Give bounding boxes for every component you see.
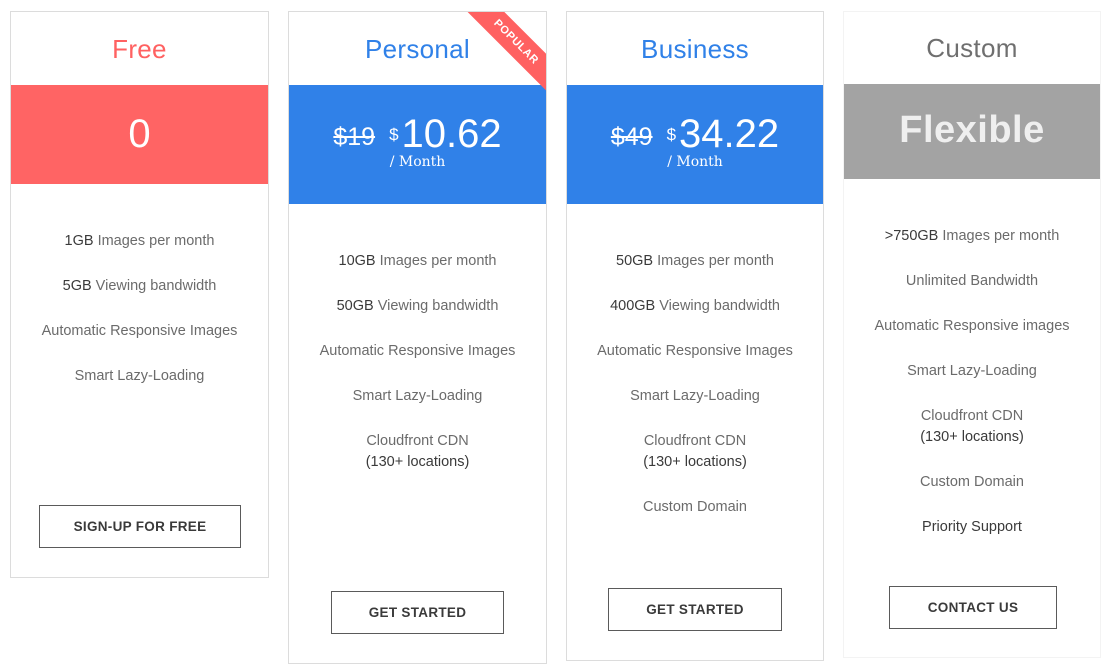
- feature-text: Custom Domain: [643, 499, 747, 515]
- price: 0: [128, 112, 151, 156]
- feature-text: Automatic Responsive Images: [41, 323, 238, 339]
- feature-list: 10GB Images per month 50GB Viewing bandw…: [289, 251, 546, 497]
- feature-text: Viewing bandwidth: [373, 298, 499, 314]
- price: 34.22: [679, 112, 780, 156]
- price-row: $49 $ 34.22: [567, 111, 823, 159]
- feature-text: Unlimited Bandwidth: [905, 273, 1039, 289]
- feature-text: Images per month: [93, 233, 215, 249]
- sign-up-button[interactable]: SIGN-UP FOR FREE: [39, 505, 241, 548]
- feature-item: Smart Lazy-Loading: [289, 386, 546, 407]
- contact-us-button[interactable]: CONTACT US: [889, 586, 1057, 629]
- feature-amount: 400GB: [610, 298, 656, 314]
- feature-item: 400GB Viewing bandwidth: [567, 296, 823, 317]
- feature-item: 50GB Viewing bandwidth: [289, 296, 546, 317]
- billing-period: / Month: [289, 153, 546, 171]
- feature-text: Automatic Responsive Images: [319, 343, 516, 359]
- feature-subtext: (130+ locations): [643, 454, 747, 470]
- feature-item: Automatic Responsive images: [844, 316, 1100, 337]
- feature-item: 10GB Images per month: [289, 251, 546, 272]
- price: Flexible: [899, 109, 1045, 151]
- feature-item: Cloudfront CDN (130+ locations): [289, 431, 546, 473]
- feature-amount: 50GB: [336, 298, 374, 314]
- feature-item: Unlimited Bandwidth: [844, 271, 1100, 292]
- plan-card-business: Business $49 $ 34.22 / Month 50GB Images…: [566, 11, 824, 661]
- feature-text: Images per month: [375, 253, 497, 269]
- feature-item: 50GB Images per month: [567, 251, 823, 272]
- feature-text: Smart Lazy-Loading: [352, 388, 483, 404]
- feature-text: Cloudfront CDN: [366, 433, 469, 449]
- plan-name: Free: [112, 34, 167, 64]
- plan-name: Custom: [926, 33, 1018, 63]
- plan-card-custom: Custom Flexible >750GB Images per month …: [843, 11, 1101, 658]
- feature-item: Automatic Responsive Images: [289, 341, 546, 362]
- get-started-button[interactable]: GET STARTED: [331, 591, 504, 634]
- feature-text: Custom Domain: [920, 474, 1024, 490]
- price: 10.62: [401, 112, 502, 156]
- feature-text: Priority Support: [922, 519, 1022, 535]
- price-band: $19 $ 10.62 / Month: [289, 85, 546, 204]
- feature-text: Smart Lazy-Loading: [907, 363, 1037, 379]
- feature-subtext: (130+ locations): [920, 429, 1024, 445]
- feature-list: 50GB Images per month 400GB Viewing band…: [567, 251, 823, 542]
- feature-text: Automatic Responsive images: [874, 318, 1070, 334]
- feature-item: Custom Domain: [567, 497, 823, 518]
- feature-list: >750GB Images per month Unlimited Bandwi…: [844, 226, 1100, 562]
- period-label: / Month: [389, 154, 446, 170]
- plan-name: Business: [641, 34, 749, 64]
- feature-amount: 5GB: [62, 278, 92, 294]
- plan-card-personal: Personal $19 $ 10.62 / Month 10GB Images…: [288, 11, 547, 664]
- currency-symbol: $: [389, 125, 399, 144]
- feature-item: Cloudfront CDN (130+ locations): [844, 406, 1100, 448]
- price-band: Flexible: [844, 84, 1100, 179]
- feature-text: Images per month: [938, 228, 1060, 244]
- feature-text: Images per month: [653, 253, 774, 269]
- plan-card-free: Free 0 1GB Images per month 5GB Viewing …: [10, 11, 269, 578]
- feature-item: Smart Lazy-Loading: [567, 386, 823, 407]
- feature-amount: 50GB: [616, 253, 654, 269]
- feature-list: 1GB Images per month 5GB Viewing bandwid…: [11, 231, 268, 411]
- feature-text: Automatic Responsive Images: [597, 343, 793, 359]
- feature-amount: >750GB: [884, 228, 939, 244]
- feature-item: Automatic Responsive Images: [11, 321, 268, 342]
- price-band: 0: [11, 85, 268, 184]
- feature-subtext: (130+ locations): [365, 454, 470, 470]
- price-row: $19 $ 10.62: [289, 111, 546, 159]
- feature-item: Priority Support: [844, 517, 1100, 538]
- period-label: / Month: [667, 154, 723, 170]
- feature-item: Smart Lazy-Loading: [844, 361, 1100, 382]
- feature-item: 1GB Images per month: [11, 231, 268, 252]
- billing-period: / Month: [567, 153, 823, 171]
- feature-text: Cloudfront CDN: [643, 433, 747, 449]
- feature-item: 5GB Viewing bandwidth: [11, 276, 268, 297]
- feature-item: Custom Domain: [844, 472, 1100, 493]
- feature-amount: 1GB: [64, 233, 94, 249]
- price-band: $49 $ 34.22 / Month: [567, 85, 823, 204]
- feature-text: Cloudfront CDN: [920, 408, 1024, 424]
- feature-item: Smart Lazy-Loading: [11, 366, 268, 387]
- feature-text: Smart Lazy-Loading: [630, 388, 760, 404]
- feature-text: Viewing bandwidth: [655, 298, 780, 314]
- currency-symbol: $: [666, 125, 677, 144]
- feature-text: Smart Lazy-Loading: [74, 368, 205, 384]
- feature-item: Cloudfront CDN (130+ locations): [567, 431, 823, 473]
- feature-item: Automatic Responsive Images: [567, 341, 823, 362]
- get-started-button[interactable]: GET STARTED: [608, 588, 782, 631]
- feature-amount: 10GB: [338, 253, 376, 269]
- feature-item: >750GB Images per month: [844, 226, 1100, 247]
- feature-text: Viewing bandwidth: [91, 278, 217, 294]
